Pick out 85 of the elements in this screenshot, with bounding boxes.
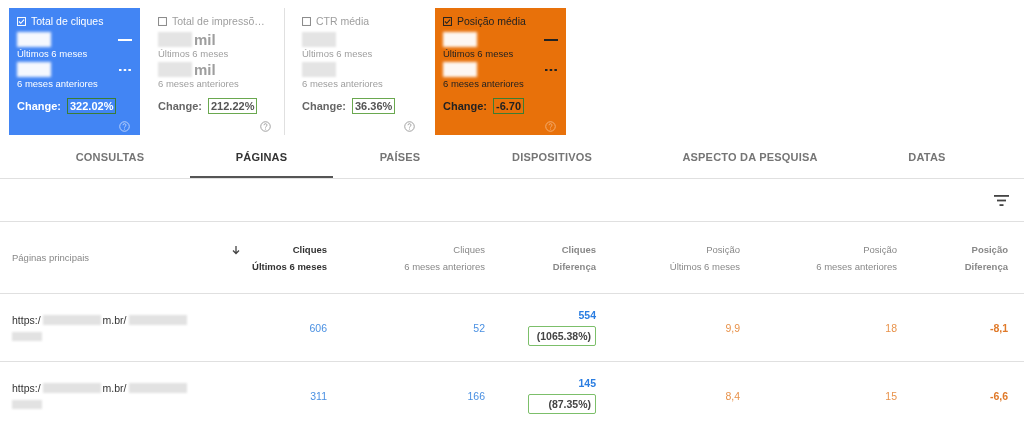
redacted-text bbox=[12, 332, 42, 341]
percent-change: (87.35%) bbox=[528, 394, 596, 414]
change-label: Change: bbox=[302, 100, 346, 112]
table-cell: -8,1 bbox=[989, 321, 1008, 334]
redacted-text bbox=[12, 400, 42, 409]
filter-icon[interactable] bbox=[994, 194, 1009, 206]
redacted-value bbox=[17, 62, 51, 77]
period-label: Últimos 6 meses bbox=[302, 48, 374, 59]
table-cell: 52 bbox=[473, 321, 485, 334]
redacted-value bbox=[443, 32, 477, 47]
period-label: Últimos 6 meses bbox=[443, 48, 515, 59]
redacted-value bbox=[17, 32, 51, 47]
tab[interactable]: DATAS bbox=[863, 138, 991, 178]
redacted-text bbox=[42, 315, 101, 325]
redacted-value bbox=[302, 62, 336, 77]
table-cell: 606 bbox=[309, 321, 327, 334]
period-label: Últimos 6 meses bbox=[17, 48, 89, 59]
period-label: 6 meses anteriores bbox=[17, 78, 99, 89]
change-value: 322.02% bbox=[67, 98, 117, 114]
url-text[interactable]: m.br/ bbox=[102, 382, 127, 394]
metric-card[interactable]: Total de impressõ… mil Últimos 6 meses mil 6 meses anteriores Change: 212.22% bbox=[150, 8, 281, 135]
metric-card[interactable]: Posição média Últimos 6 meses 6 meses anteriores Change: -6.70 bbox=[435, 8, 566, 135]
dotted-line-icon bbox=[118, 67, 132, 72]
tab[interactable]: DISPOSITIVOS bbox=[467, 138, 637, 178]
table-cell: 18 bbox=[885, 321, 897, 334]
redacted-value bbox=[158, 62, 192, 77]
column-header[interactable]: Cliques bbox=[292, 240, 327, 258]
column-header[interactable]: Posição bbox=[706, 240, 740, 258]
card-title: CTR média bbox=[316, 15, 370, 27]
help-icon[interactable] bbox=[404, 121, 415, 132]
redacted-value bbox=[443, 62, 477, 77]
table-cell: 554 bbox=[578, 309, 596, 321]
table-cell: -6,6 bbox=[989, 389, 1008, 402]
period-label: 6 meses anteriores bbox=[302, 78, 384, 89]
sort-arrow-icon[interactable] bbox=[232, 246, 240, 255]
change-label: Change: bbox=[17, 100, 61, 112]
checked-checkbox-icon[interactable] bbox=[443, 16, 452, 26]
column-subheader[interactable]: 6 meses anteriores bbox=[816, 257, 897, 275]
card-title: Total de cliques bbox=[31, 15, 104, 27]
url-text[interactable]: https:/ bbox=[12, 314, 41, 326]
column-header[interactable]: Cliques bbox=[453, 240, 485, 258]
value-unit: mil bbox=[194, 61, 216, 78]
redacted-text bbox=[128, 383, 187, 393]
dotted-line-icon bbox=[544, 67, 558, 72]
tab[interactable]: CONSULTAS bbox=[40, 138, 180, 178]
tab[interactable]: PAÍSES bbox=[333, 138, 467, 178]
period-label: 6 meses anteriores bbox=[443, 78, 525, 89]
column-subheader[interactable]: 6 meses anteriores bbox=[404, 257, 485, 275]
redacted-value bbox=[302, 32, 336, 47]
column-header[interactable]: Posição bbox=[863, 240, 897, 258]
help-icon[interactable] bbox=[260, 121, 271, 132]
metric-card[interactable]: CTR média Últimos 6 meses 6 meses anteriores Change: 36.36% bbox=[294, 8, 425, 135]
column-header[interactable]: Posição bbox=[971, 240, 1008, 258]
url-text[interactable]: https:/ bbox=[12, 382, 41, 394]
column-subheader[interactable]: Últimos 6 meses bbox=[252, 257, 327, 275]
tab[interactable]: PÁGINAS bbox=[190, 138, 333, 178]
column-subheader[interactable]: Diferença bbox=[552, 257, 596, 275]
table-cell: 15 bbox=[885, 389, 897, 402]
period-label: 6 meses anteriores bbox=[158, 78, 240, 89]
change-value: 36.36% bbox=[352, 98, 396, 114]
table-cell: 145 bbox=[578, 377, 596, 389]
value-unit: mil bbox=[194, 31, 216, 48]
table-cell: 8,4 bbox=[725, 389, 740, 402]
table-cell: 311 bbox=[310, 389, 327, 402]
column-subheader[interactable]: Últimos 6 meses bbox=[669, 257, 740, 275]
column-header[interactable]: Cliques bbox=[561, 240, 596, 258]
card-title: Posição média bbox=[457, 15, 526, 27]
redacted-value bbox=[158, 32, 192, 47]
column-subheader[interactable]: Diferença bbox=[964, 257, 1008, 275]
redacted-text bbox=[42, 383, 101, 393]
table-cell: 166 bbox=[467, 389, 485, 402]
column-header[interactable]: Páginas principais bbox=[12, 249, 90, 266]
url-text[interactable]: m.br/ bbox=[102, 314, 127, 326]
change-value: -6.70 bbox=[493, 98, 525, 114]
percent-change: (1065.38%) bbox=[528, 326, 596, 346]
period-label: Últimos 6 meses bbox=[158, 48, 230, 59]
tab[interactable]: ASPECTO DA PESQUISA bbox=[637, 138, 863, 178]
change-label: Change: bbox=[443, 100, 487, 112]
card-title: Total de impressõ… bbox=[172, 15, 265, 27]
redacted-text bbox=[128, 315, 187, 325]
checkbox-icon[interactable] bbox=[158, 16, 167, 26]
change-value: 212.22% bbox=[208, 98, 258, 114]
table-cell: 9,9 bbox=[725, 321, 740, 334]
change-label: Change: bbox=[158, 100, 202, 112]
checkbox-icon[interactable] bbox=[302, 16, 311, 26]
